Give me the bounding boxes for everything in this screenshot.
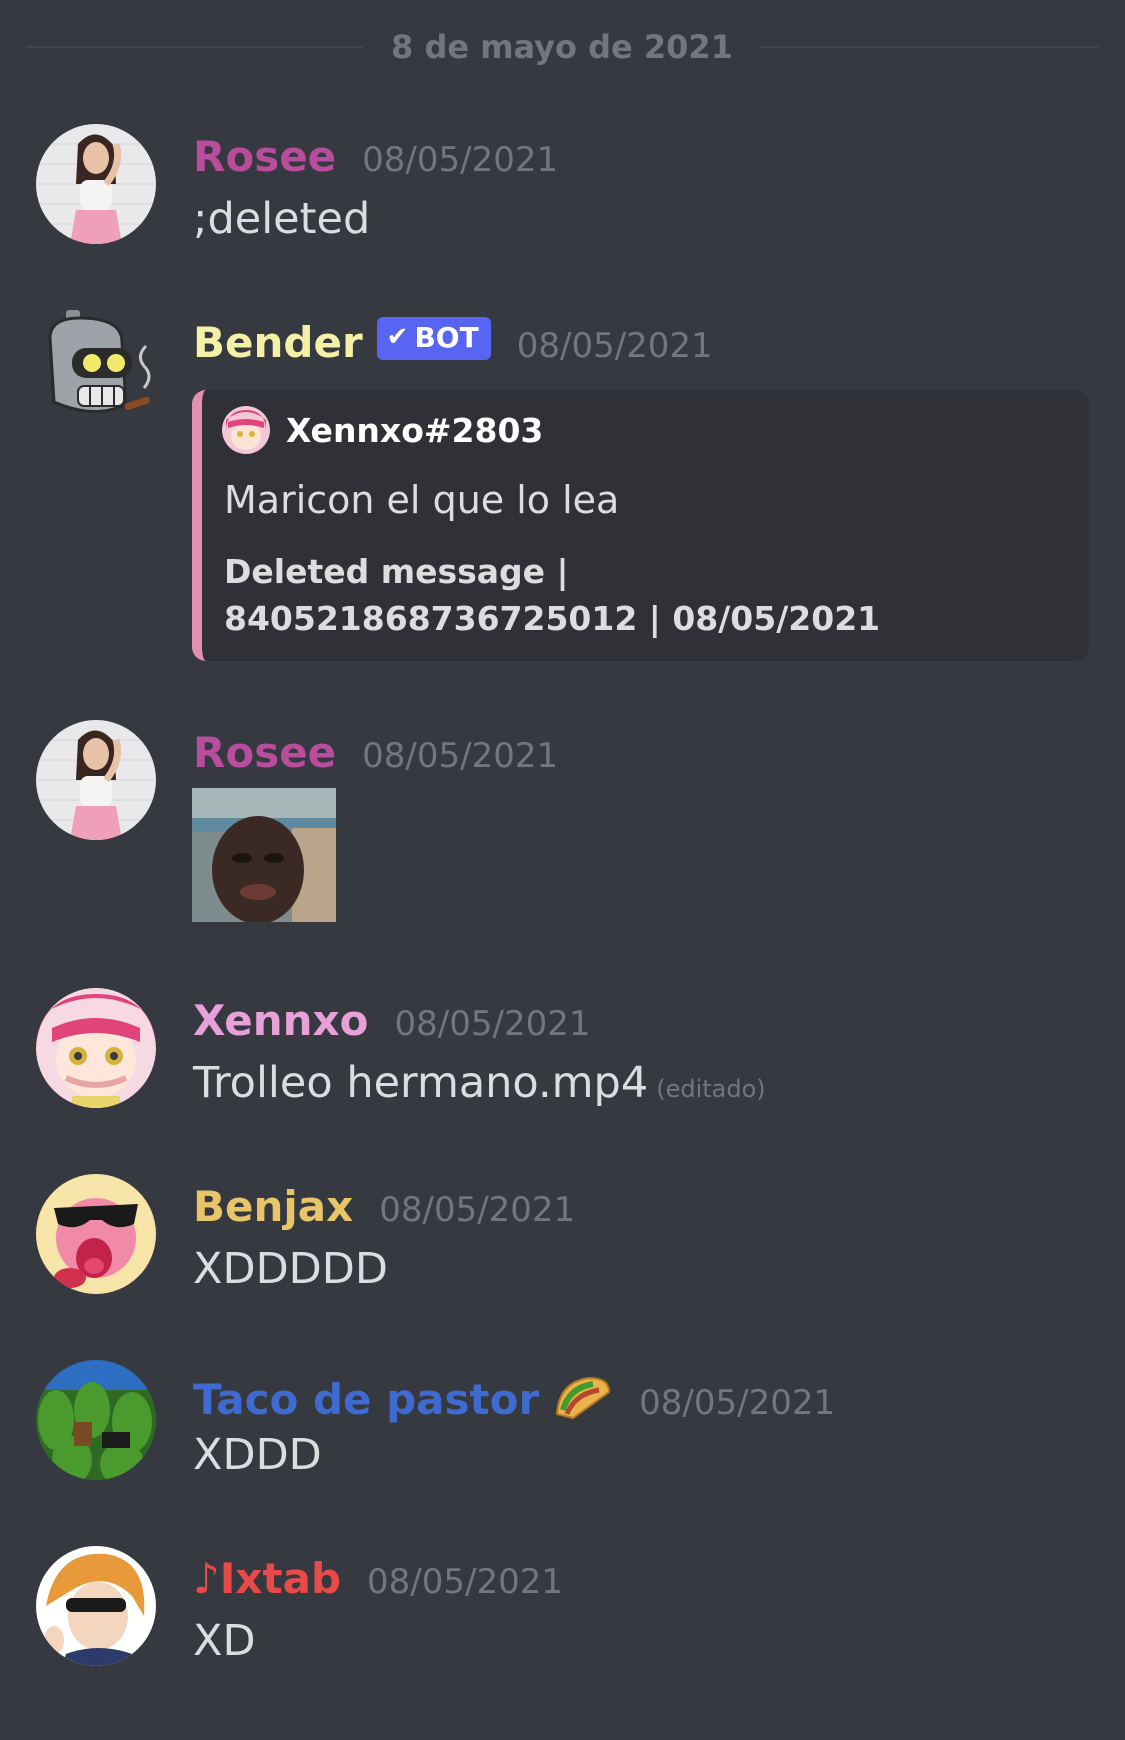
avatar-rosee[interactable] — [36, 124, 156, 244]
embed-description: Maricon el que lo lea — [224, 478, 620, 522]
avatar-benjax[interactable] — [36, 1174, 156, 1294]
avatar-xennxo[interactable] — [36, 988, 156, 1108]
author-name[interactable]: Rosee — [193, 728, 336, 777]
message-text: Trolleo hermano.mp4 — [193, 1058, 649, 1108]
timestamp: 08/05/2021 — [367, 1562, 563, 1602]
message-text: XDDD — [193, 1430, 322, 1480]
message-text: XDDDDD — [193, 1244, 389, 1294]
taco-icon — [553, 1374, 613, 1420]
message-text: ;deleted — [193, 194, 371, 244]
message-content: Trolleo hermano.mp4 (editado) — [193, 1058, 766, 1108]
avatar-ixtab[interactable] — [36, 1546, 156, 1666]
date-divider-label: 8 de mayo de 2021 — [391, 28, 733, 66]
verified-check-icon: ✔ — [386, 322, 409, 352]
message-text: XD — [193, 1616, 256, 1666]
author-name[interactable]: ♪Ixtab — [193, 1554, 341, 1603]
divider-line-left — [26, 46, 364, 48]
avatar-rosee[interactable] — [36, 720, 156, 840]
avatar-bender[interactable] — [36, 308, 156, 428]
author-name[interactable]: Bender — [193, 318, 363, 367]
divider-line-right — [760, 46, 1098, 48]
author-name[interactable]: Taco de pastor — [193, 1375, 539, 1424]
author-name[interactable]: Rosee — [193, 132, 336, 181]
embed-author[interactable]: Xennxo#2803 — [222, 406, 543, 454]
embed: Xennxo#2803 Maricon el que lo lea Delete… — [192, 390, 1089, 661]
bot-badge-label: BOT — [414, 320, 479, 354]
timestamp: 08/05/2021 — [394, 1004, 591, 1044]
embed-author-name[interactable]: Xennxo#2803 — [286, 411, 543, 450]
timestamp: 08/05/2021 — [639, 1383, 836, 1423]
bot-badge: ✔ BOT — [376, 316, 491, 360]
edited-label: (editado) — [656, 1075, 766, 1103]
avatar-taco-de-pastor[interactable] — [36, 1360, 156, 1480]
timestamp: 08/05/2021 — [379, 1190, 576, 1230]
image-attachment[interactable] — [192, 788, 336, 922]
timestamp: 08/05/2021 — [516, 326, 713, 366]
timestamp: 08/05/2021 — [362, 736, 559, 776]
date-divider: 8 de mayo de 2021 — [26, 22, 1098, 72]
embed-footer: Deleted message | 840521868736725012 | 0… — [224, 552, 881, 638]
author-name[interactable]: Benjax — [193, 1182, 353, 1231]
author-name[interactable]: Xennxo — [193, 996, 369, 1045]
timestamp: 08/05/2021 — [362, 140, 559, 180]
embed-author-avatar — [222, 406, 270, 454]
